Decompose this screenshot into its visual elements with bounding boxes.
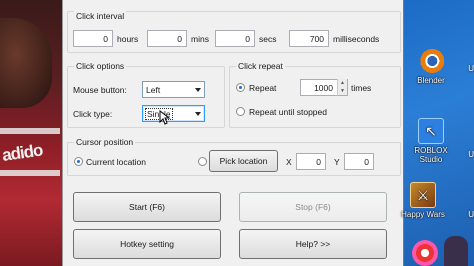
click-repeat-title: Click repeat — [236, 61, 285, 71]
repeat-until-stopped-label: Repeat until stopped — [249, 107, 327, 117]
blender-icon — [418, 48, 444, 74]
avatar-figure-icon — [444, 236, 468, 266]
mins-input[interactable]: 0 — [147, 30, 187, 47]
pick-location-radio[interactable] — [198, 157, 207, 166]
click-options-group: Click options Mouse button: Left Click t… — [67, 61, 225, 128]
desktop: Blender ↖ ROBLOX Studio ⚔ Happy Wars U U… — [401, 0, 474, 266]
desktop-icon-partial-label: U — [468, 64, 474, 73]
cursor-position-group: Cursor position Current location Pick lo… — [67, 137, 401, 176]
pick-location-button[interactable]: Pick location — [209, 150, 278, 172]
shirt-stripe — [0, 170, 60, 176]
click-options-title: Click options — [74, 61, 127, 71]
mouse-pointer-icon — [159, 110, 171, 125]
repeat-label: Repeat — [249, 83, 277, 93]
help-button[interactable]: Help? >> — [239, 229, 387, 259]
repeat-radio[interactable] — [236, 83, 245, 92]
click-type-label: Click type: — [73, 109, 113, 119]
desktop-icon-label: Happy Wars — [401, 210, 445, 219]
chevron-down-icon — [195, 112, 201, 116]
current-location-radio[interactable] — [74, 157, 83, 166]
chevron-down-icon — [195, 88, 201, 92]
secs-label: secs — [259, 34, 277, 44]
person-image — [0, 18, 52, 108]
desktop-icon-partial-label: U — [468, 150, 474, 159]
partial-app-icon[interactable] — [412, 240, 438, 266]
y-label: Y — [334, 157, 340, 167]
background-photo: adido — [0, 0, 62, 266]
mouse-button-select[interactable]: Left — [142, 81, 205, 98]
auto-clicker-window: Click interval 0 hours 0 mins 0 secs 700… — [62, 0, 404, 266]
spin-down-icon[interactable]: ▼ — [338, 87, 347, 95]
stop-button[interactable]: Stop (F6) — [239, 192, 387, 222]
milliseconds-label: milliseconds — [333, 34, 380, 44]
desktop-icon-roblox-studio[interactable]: ↖ ROBLOX Studio — [406, 118, 456, 164]
hours-label: hours — [117, 34, 139, 44]
current-location-label: Current location — [86, 157, 147, 167]
click-interval-group: Click interval 0 hours 0 mins 0 secs 700… — [67, 11, 401, 53]
mouse-button-value: Left — [146, 85, 161, 95]
desktop-icon-blender[interactable]: Blender — [406, 48, 456, 85]
shirt-stripe — [0, 128, 60, 134]
mins-label: mins — [191, 34, 209, 44]
y-coordinate-input[interactable]: 0 — [344, 153, 374, 170]
happy-wars-icon: ⚔ — [410, 182, 436, 208]
mouse-button-label: Mouse button: — [73, 85, 127, 95]
desktop-icon-happy-wars[interactable]: ⚔ Happy Wars — [398, 182, 448, 219]
spin-up-icon[interactable]: ▲ — [338, 79, 347, 87]
hours-input[interactable]: 0 — [73, 30, 113, 47]
x-label: X — [286, 157, 292, 167]
desktop-icon-label: Blender — [417, 76, 445, 85]
times-label: times — [351, 83, 372, 93]
start-button[interactable]: Start (F6) — [73, 192, 221, 222]
repeat-spinner[interactable]: ▲ ▼ — [337, 79, 347, 96]
click-repeat-group: Click repeat Repeat 1000 ▲ ▼ times Repea… — [229, 61, 401, 128]
roblox-studio-icon: ↖ — [418, 118, 444, 144]
secs-input[interactable]: 0 — [215, 30, 255, 47]
desktop-icon-partial-label: U — [468, 210, 474, 219]
cursor-position-title: Cursor position — [74, 137, 136, 147]
click-interval-title: Click interval — [74, 11, 127, 21]
shirt-logo: adido — [0, 140, 44, 165]
milliseconds-input[interactable]: 700 — [289, 30, 329, 47]
click-type-select[interactable]: Single — [142, 105, 205, 122]
hotkey-setting-button[interactable]: Hotkey setting — [73, 229, 221, 259]
x-coordinate-input[interactable]: 0 — [296, 153, 326, 170]
desktop-icon-label: ROBLOX Studio — [414, 146, 448, 164]
repeat-until-stopped-radio[interactable] — [236, 107, 245, 116]
